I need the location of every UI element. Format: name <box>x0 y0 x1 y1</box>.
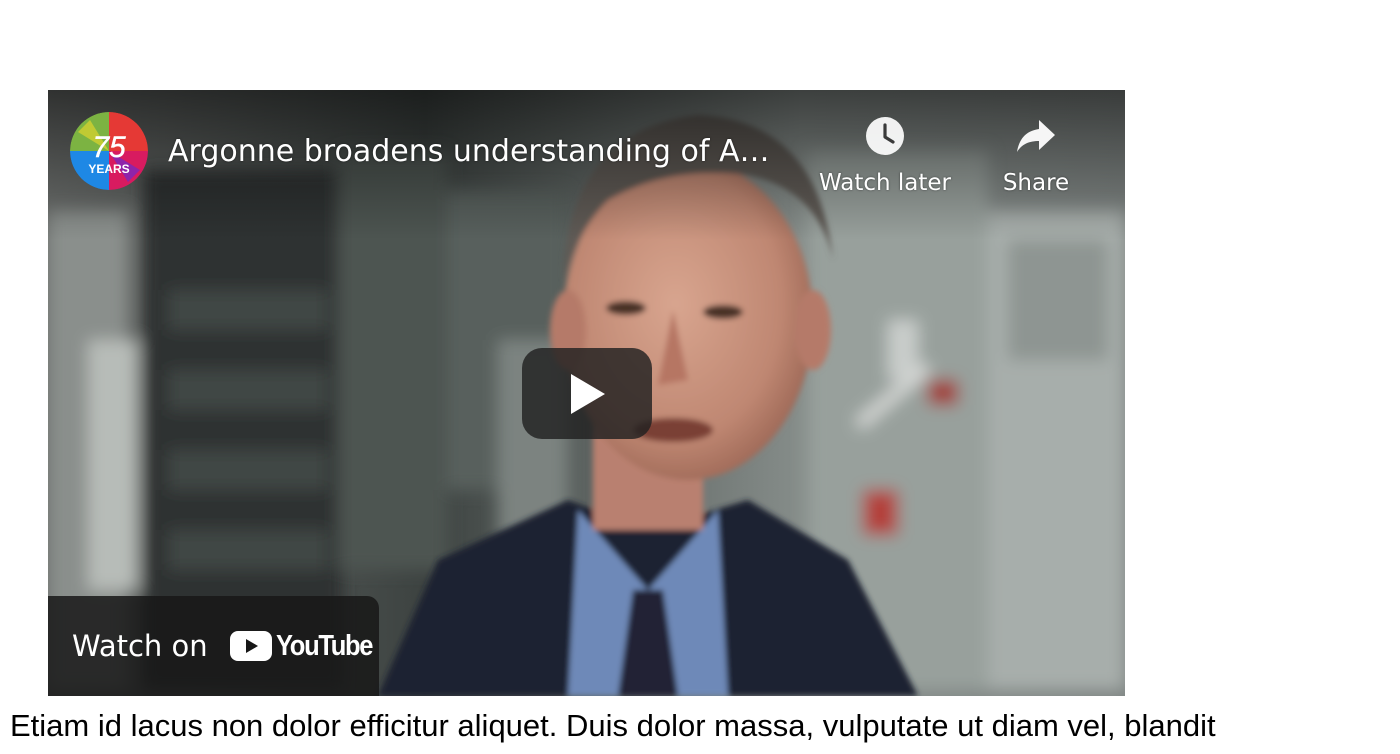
avatar-text: YEARS <box>88 162 129 176</box>
avatar-number: 75 <box>92 131 126 164</box>
page: 75 YEARS Argonne broadens understanding … <box>0 0 1400 754</box>
watch-on-label: Watch on <box>72 629 208 663</box>
share-label: Share <box>1002 170 1070 196</box>
watch-later-button[interactable]: Watch later <box>810 116 960 198</box>
video-title[interactable]: Argonne broadens understanding of A… <box>168 132 788 172</box>
youtube-logo-icon <box>229 631 272 661</box>
channel-avatar[interactable]: 75 YEARS <box>70 112 148 190</box>
share-button[interactable]: Share <box>986 116 1086 198</box>
watch-on-youtube-button[interactable]: Watch on YouTube <box>48 596 379 696</box>
share-arrow-icon <box>1017 120 1055 152</box>
article-paragraph: Etiam id lacus non dolor efficitur aliqu… <box>10 708 1216 743</box>
channel-logo-icon: 75 YEARS <box>70 112 148 190</box>
clock-icon <box>866 117 904 155</box>
watch-later-label: Watch later <box>818 170 952 196</box>
youtube-video-embed[interactable]: 75 YEARS Argonne broadens understanding … <box>48 90 1125 696</box>
play-button[interactable] <box>522 348 652 439</box>
youtube-logo: YouTube <box>229 629 385 663</box>
play-icon <box>571 373 605 414</box>
youtube-wordmark: YouTube <box>275 629 373 662</box>
